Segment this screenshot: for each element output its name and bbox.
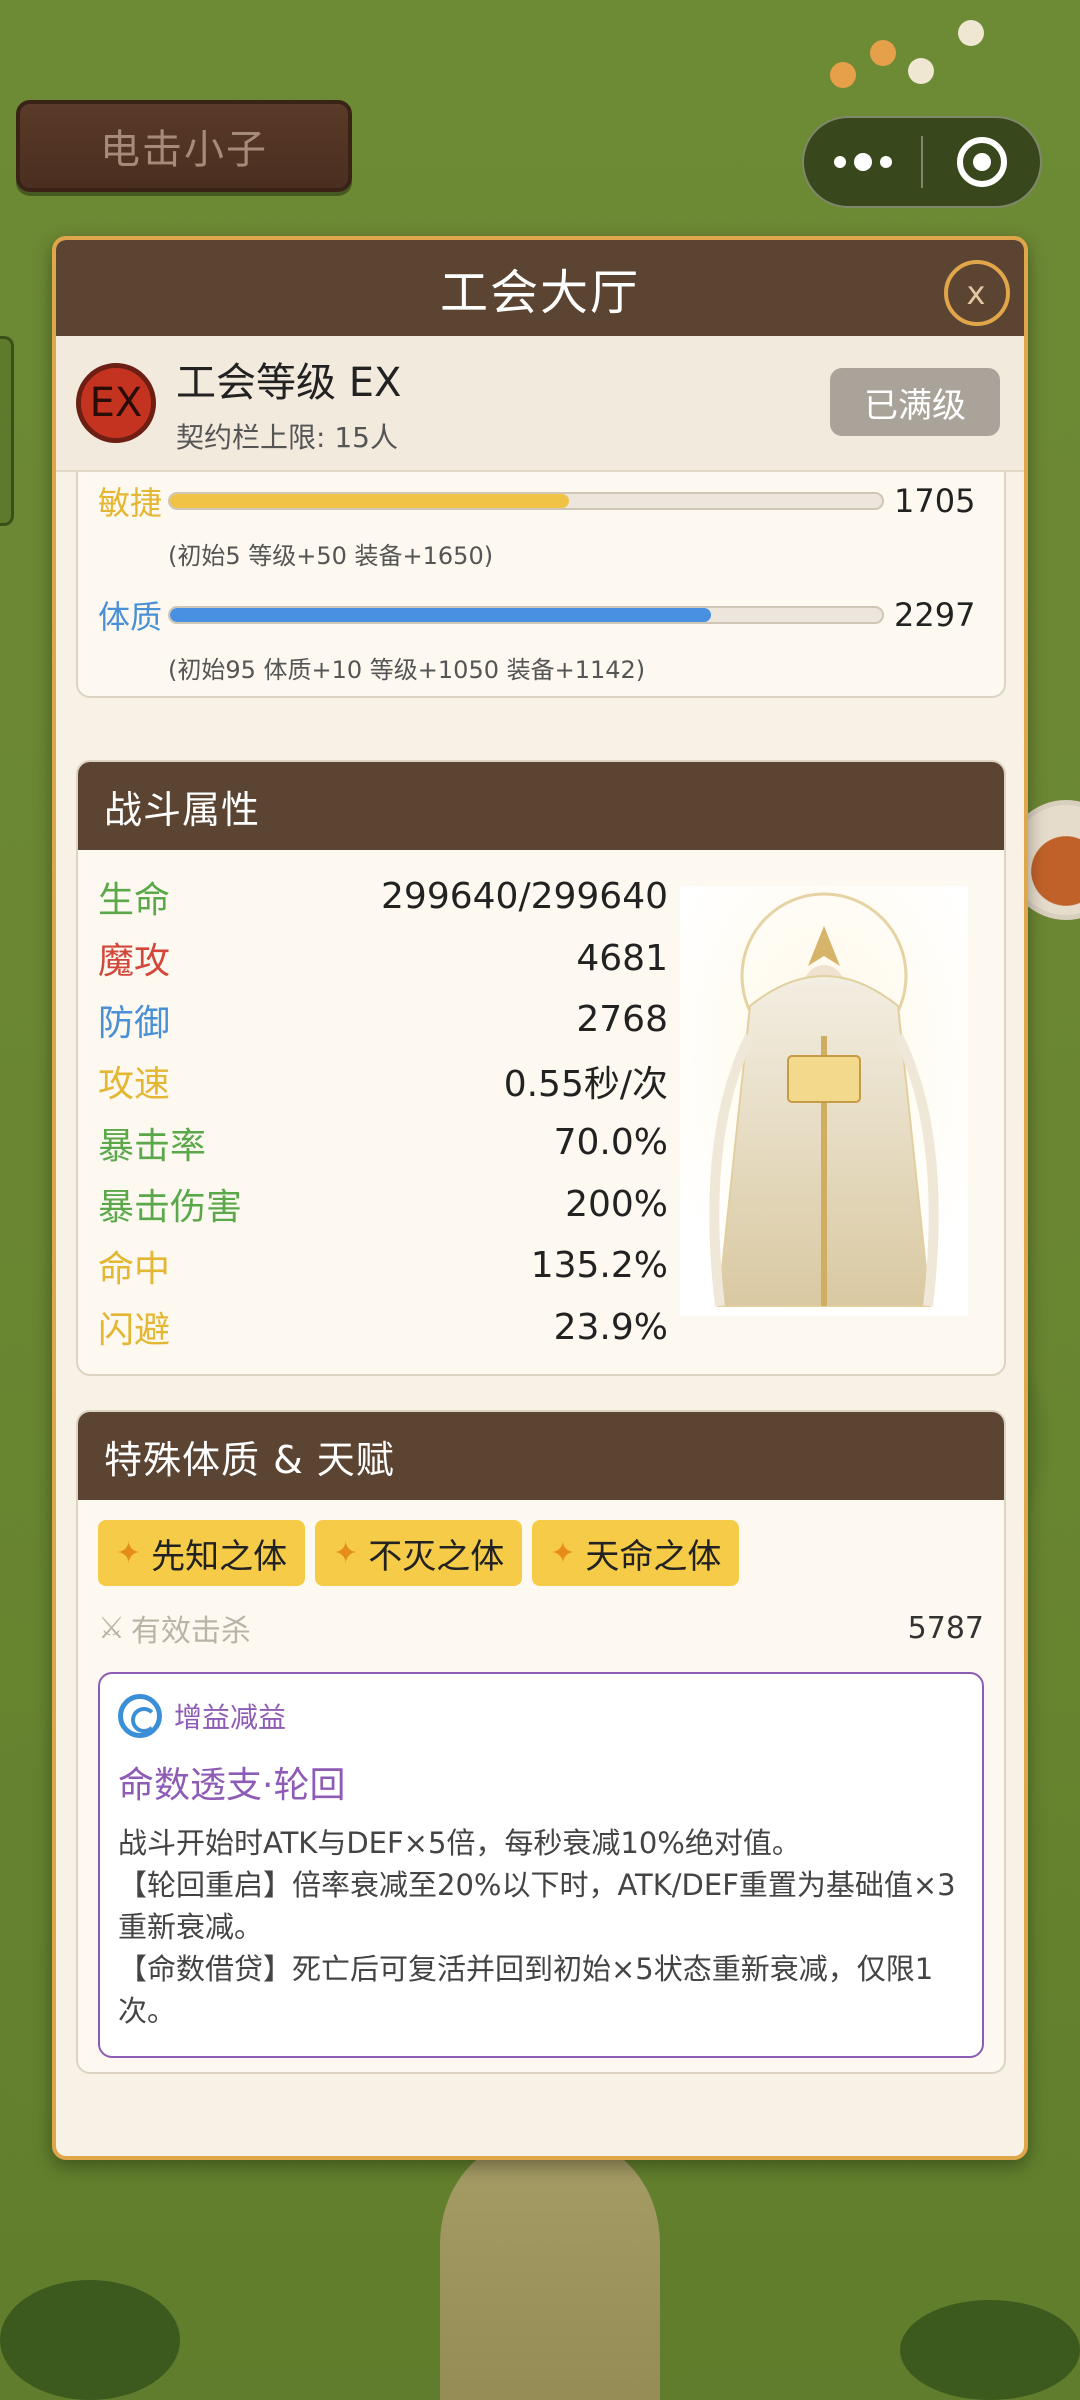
ex-badge: EX xyxy=(76,363,156,443)
stat-value: 299640/299640 xyxy=(381,876,668,918)
stat-value: 0.55秒/次 xyxy=(503,1064,668,1106)
stat-value: 2768 xyxy=(576,999,668,1041)
attributes-card: 敏捷 1705 (初始5 等级+50 装备+1650) 体质 2297 (初始9… xyxy=(76,472,1006,698)
attribute-detail: (初始5 等级+50 装备+1650) xyxy=(168,542,494,570)
combat-stat-row: 防御 2768 xyxy=(98,989,668,1051)
dirt-path xyxy=(440,2140,660,2400)
flower xyxy=(830,62,856,88)
stat-value: 135.2% xyxy=(530,1245,668,1287)
player-name-sign[interactable]: 电击小子 xyxy=(16,100,352,192)
combat-stat-row: 生命 299640/299640 xyxy=(98,866,668,928)
buff-card: 增益减益 命数透支·轮回 战斗开始时ATK与DEF×5倍，每秒衰减10%绝对值。… xyxy=(98,1672,984,2058)
stat-name: 防御 xyxy=(98,1002,171,1044)
talent-label: 天命之体 xyxy=(585,1536,722,1577)
talent-label: 不灭之体 xyxy=(368,1536,505,1577)
stat-name: 命中 xyxy=(98,1248,171,1290)
stat-value: 200% xyxy=(565,1183,668,1225)
stat-name: 暴击伤害 xyxy=(98,1187,243,1229)
bush xyxy=(0,2280,180,2400)
contract-limit: 契约栏上限: 15人 xyxy=(176,421,398,454)
buff-description: 战斗开始时ATK与DEF×5倍，每秒衰减10%绝对值。 【轮回重启】倍率衰减至2… xyxy=(118,1826,956,2028)
combat-stat-row: 攻速 0.55秒/次 xyxy=(98,1051,668,1113)
kill-count-row: ⚔ 有效击杀 5787 xyxy=(78,1586,1004,1650)
attribute-constitution: 体质 2297 (初始95 体质+10 等级+1050 装备+1142) xyxy=(98,592,988,685)
crossed-swords-icon: ⚔ xyxy=(98,1610,125,1646)
stat-name: 暴击率 xyxy=(98,1125,207,1167)
sparkle-icon: ✦ xyxy=(116,1535,142,1571)
target-icon xyxy=(956,137,1007,187)
stat-value: 4681 xyxy=(576,937,668,979)
kill-label: ⚔ 有效击杀 xyxy=(98,1606,251,1650)
miniprogram-capsule xyxy=(802,116,1042,208)
special-traits-section: 特殊体质 & 天赋 ✦ 先知之体 ✦ 不灭之体 ✦ 天命之体 ⚔ 有效击杀 5787 … xyxy=(76,1410,1006,2074)
character-portrait xyxy=(680,886,968,1316)
panel-scroll-area[interactable]: 敏捷 1705 (初始5 等级+50 装备+1650) 体质 2297 (初始9… xyxy=(56,472,1024,2156)
attribute-name: 敏捷 xyxy=(98,484,163,522)
stat-name: 闪避 xyxy=(98,1310,171,1352)
guild-level-row: EX 工会等级 EX 契约栏上限: 15人 已满级 xyxy=(56,336,1024,472)
side-drawer-tab[interactable] xyxy=(0,336,14,526)
combat-stats-list: 生命 299640/299640 魔攻 4681 防御 2768 攻速 0.55秒/次暴击率 7… xyxy=(98,866,668,1358)
panel-title: 工会大厅 xyxy=(439,265,640,321)
close-button[interactable]: x xyxy=(944,260,1010,326)
buff-tag: 增益减益 xyxy=(118,1694,964,1738)
panel-header: 工会大厅 x xyxy=(56,240,1024,336)
attribute-bar xyxy=(168,492,884,510)
stat-name: 生命 xyxy=(98,879,171,921)
talent-list: ✦ 先知之体 ✦ 不灭之体 ✦ 天命之体 xyxy=(78,1500,1004,1586)
flower xyxy=(870,40,896,66)
flower xyxy=(958,20,984,46)
max-level-button[interactable]: 已满级 xyxy=(830,368,1000,436)
attribute-value: 1705 xyxy=(894,482,976,520)
combat-stats-section: 战斗属性 生命 299640/299640 魔攻 4681 防御 2768 攻速 0.55秒/… xyxy=(76,760,1006,1376)
guild-hall-panel: 工会大厅 x EX 工会等级 EX 契约栏上限: 15人 已满级 敏捷 1705… xyxy=(52,236,1028,2160)
buff-tag-label: 增益减益 xyxy=(174,1701,287,1734)
combat-stat-row: 暴击率 70.0% xyxy=(98,1112,668,1174)
more-icon xyxy=(833,153,892,171)
attribute-bar-fill xyxy=(170,494,569,508)
stat-value: 70.0% xyxy=(553,1122,668,1164)
stat-name: 攻速 xyxy=(98,1064,171,1106)
attribute-value: 2297 xyxy=(894,596,976,634)
swirl-icon xyxy=(118,1694,162,1738)
attribute-agility: 敏捷 1705 (初始5 等级+50 装备+1650) xyxy=(98,478,988,571)
kill-count: 5787 xyxy=(907,1610,984,1646)
stat-value: 23.9% xyxy=(553,1306,668,1348)
section-title: 战斗属性 xyxy=(78,762,1004,850)
talent-label: 先知之体 xyxy=(151,1536,288,1577)
combat-stat-row: 暴击伤害 200% xyxy=(98,1174,668,1236)
bush xyxy=(900,2300,1080,2400)
kill-label-text: 有效击杀 xyxy=(130,1614,251,1649)
section-title: 特殊体质 & 天赋 xyxy=(78,1412,1004,1500)
attribute-detail: (初始95 体质+10 等级+1050 装备+1142) xyxy=(168,656,646,684)
exit-button[interactable] xyxy=(923,118,1040,206)
attribute-name: 体质 xyxy=(98,598,163,636)
sparkle-icon: ✦ xyxy=(550,1535,576,1571)
buff-name: 命数透支·轮回 xyxy=(118,1765,346,1806)
combat-stat-row: 闪避 23.9% xyxy=(98,1297,668,1359)
combat-stat-row: 魔攻 4681 xyxy=(98,928,668,990)
talent-chip[interactable]: ✦ 先知之体 xyxy=(98,1520,306,1586)
flower xyxy=(908,58,934,84)
sparkle-icon: ✦ xyxy=(333,1535,359,1571)
talent-chip[interactable]: ✦ 不灭之体 xyxy=(315,1520,523,1586)
combat-stat-row: 命中 135.2% xyxy=(98,1235,668,1297)
talent-chip[interactable]: ✦ 天命之体 xyxy=(532,1520,740,1586)
more-button[interactable] xyxy=(804,118,921,206)
stat-name: 魔攻 xyxy=(98,941,171,983)
guild-level: 工会等级 EX xyxy=(176,360,402,406)
attribute-bar xyxy=(168,606,884,624)
attribute-bar-fill xyxy=(170,608,712,622)
